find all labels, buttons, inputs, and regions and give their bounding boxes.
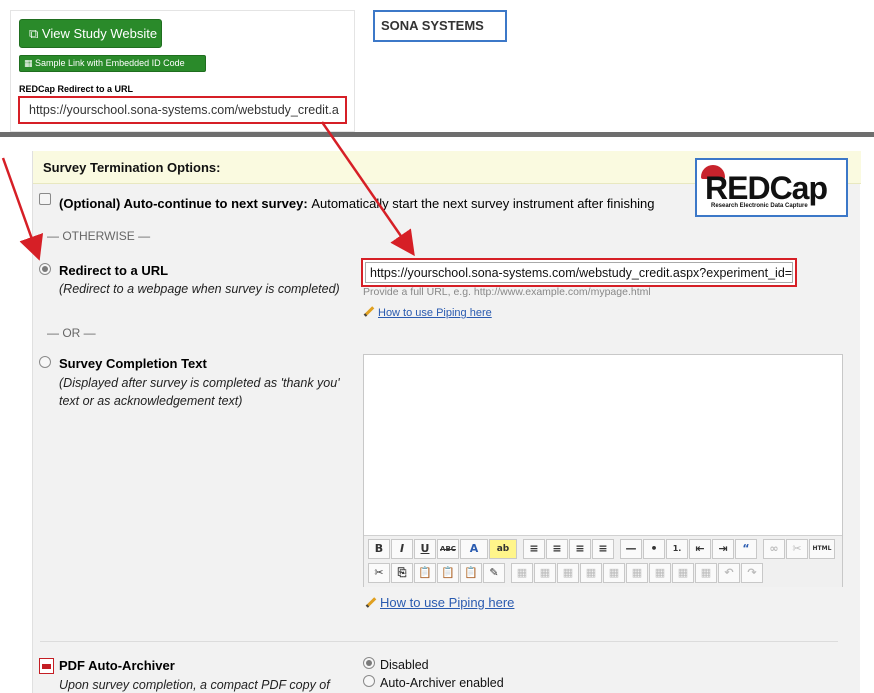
italic-button[interactable]: I: [391, 539, 413, 559]
completion-text-radio[interactable]: [39, 356, 51, 368]
completion-text-editor[interactable]: B I U ABC A ab ≡ ≡ ≡ ≡ — • 1. ⇤ ⇥ “ ∞ ✂ …: [363, 354, 843, 587]
view-study-website-button[interactable]: ⧉ View Study Website: [19, 19, 162, 48]
pdf-icon: [39, 658, 54, 674]
sample-link-label: Sample Link with Embedded ID Code: [35, 58, 185, 68]
sample-link-button[interactable]: ▦ Sample Link with Embedded ID Code: [19, 55, 206, 72]
sona-study-panel: ⧉ View Study Website ▦ Sample Link with …: [10, 10, 355, 132]
cut-button[interactable]: ✂: [368, 563, 390, 583]
unlink-button[interactable]: ✂: [786, 539, 808, 559]
archiver-disabled-radio[interactable]: [363, 657, 375, 669]
align-center-button[interactable]: ≡: [546, 539, 568, 559]
piping-help-link-redirect[interactable]: How to use Piping here: [363, 306, 492, 319]
blockquote-button[interactable]: “: [735, 539, 757, 559]
piping-link-label: How to use Piping here: [378, 307, 492, 319]
completion-text-description: (Displayed after survey is completed as …: [59, 376, 340, 408]
auto-continue-checkbox[interactable]: [39, 193, 51, 205]
align-right-button[interactable]: ≡: [569, 539, 591, 559]
table-split-button[interactable]: ▦: [695, 563, 717, 583]
piping-link-label: How to use Piping here: [380, 595, 515, 610]
paste-word-button[interactable]: 📋: [460, 563, 482, 583]
redcap-logo-word: REDCap: [705, 170, 828, 206]
redirect-url-label: Redirect to a URL: [59, 263, 169, 278]
table-merge-button[interactable]: ▦: [672, 563, 694, 583]
view-study-website-label: View Study Website: [41, 26, 158, 41]
section-divider: [0, 132, 874, 137]
archiver-disabled-label: Disabled: [380, 658, 429, 672]
highlight-color-button[interactable]: ab: [489, 539, 517, 559]
toolbar-row-1: B I U ABC A ab ≡ ≡ ≡ ≡ — • 1. ⇤ ⇥ “ ∞ ✂ …: [368, 539, 835, 561]
redirect-url-radio[interactable]: [39, 263, 51, 275]
toolbar-row-2: ✂ ⎘ 📋 📋 📋 ✎ ▦ ▦ ▦ ▦ ▦ ▦ ▦ ▦ ▦ ↶ ↷: [368, 563, 763, 585]
redirect-url-description: (Redirect to a webpage when survey is co…: [59, 282, 340, 296]
completion-text-label: Survey Completion Text: [59, 356, 207, 371]
copy-button[interactable]: ⎘: [391, 563, 413, 583]
redcap-logo-tagline: Research Electronic Data Capture: [711, 203, 808, 209]
table-row-button-1[interactable]: ▦: [557, 563, 579, 583]
otherwise-separator: — OTHERWISE —: [47, 229, 151, 243]
pdf-archiver-label: PDF Auto-Archiver: [59, 658, 175, 673]
sona-logo-text: SONA SYSTEMS: [381, 18, 484, 33]
redcap-logo: REDCap Research Electronic Data Capture: [695, 158, 848, 217]
numbered-list-button[interactable]: 1.: [666, 539, 688, 559]
table-button-1[interactable]: ▦: [511, 563, 533, 583]
pencil-icon: [363, 306, 375, 317]
archiver-enabled-label: Auto-Archiver enabled: [380, 676, 504, 690]
table-row-button-3[interactable]: ▦: [603, 563, 625, 583]
bold-button[interactable]: B: [368, 539, 390, 559]
horizontal-rule-button[interactable]: —: [620, 539, 642, 559]
redirect-url-input[interactable]: [365, 262, 793, 283]
paste-button[interactable]: 📋: [414, 563, 436, 583]
sona-redirect-url-field[interactable]: https://yourschool.sona-systems.com/webs…: [18, 96, 347, 124]
auto-continue-description: Automatically start the next survey inst…: [311, 196, 655, 211]
pencil-icon: [365, 597, 377, 608]
html-source-button[interactable]: HTML: [809, 539, 835, 559]
editor-toolbar: B I U ABC A ab ≡ ≡ ≡ ≡ — • 1. ⇤ ⇥ “ ∞ ✂ …: [364, 535, 842, 587]
auto-continue-row: (Optional) Auto-continue to next survey:…: [59, 196, 655, 211]
redirect-url-hint: Provide a full URL, e.g. http://www.exam…: [363, 286, 651, 298]
redcap-redirect-label: REDCap Redirect to a URL: [19, 84, 134, 94]
indent-button[interactable]: ⇥: [712, 539, 734, 559]
table-col-button-1[interactable]: ▦: [626, 563, 648, 583]
underline-button[interactable]: U: [414, 539, 436, 559]
text-color-button[interactable]: A: [460, 539, 488, 559]
piping-help-link-completion[interactable]: How to use Piping here: [365, 595, 514, 610]
sona-systems-logo: SONA SYSTEMS: [373, 10, 507, 42]
strikethrough-button[interactable]: ABC: [437, 539, 459, 559]
redirect-url-highlight: [361, 258, 797, 287]
external-link-icon: ⧉: [29, 26, 39, 41]
or-separator: — OR —: [47, 326, 96, 340]
grid-icon: ▦: [24, 58, 33, 68]
table-col-button-2[interactable]: ▦: [649, 563, 671, 583]
table-row-button-2[interactable]: ▦: [580, 563, 602, 583]
archiver-enabled-radio[interactable]: [363, 675, 375, 687]
table-button-2[interactable]: ▦: [534, 563, 556, 583]
outdent-button[interactable]: ⇤: [689, 539, 711, 559]
edit-button[interactable]: ✎: [483, 563, 505, 583]
pdf-archiver-description: Upon survey completion, a compact PDF co…: [59, 678, 330, 692]
link-button[interactable]: ∞: [763, 539, 785, 559]
bullet-list-button[interactable]: •: [643, 539, 665, 559]
auto-continue-label: (Optional) Auto-continue to next survey:: [59, 196, 308, 211]
redo-button[interactable]: ↷: [741, 563, 763, 583]
undo-button[interactable]: ↶: [718, 563, 740, 583]
align-justify-button[interactable]: ≡: [592, 539, 614, 559]
paste-text-button[interactable]: 📋: [437, 563, 459, 583]
align-left-button[interactable]: ≡: [523, 539, 545, 559]
section-rule: [40, 641, 838, 642]
